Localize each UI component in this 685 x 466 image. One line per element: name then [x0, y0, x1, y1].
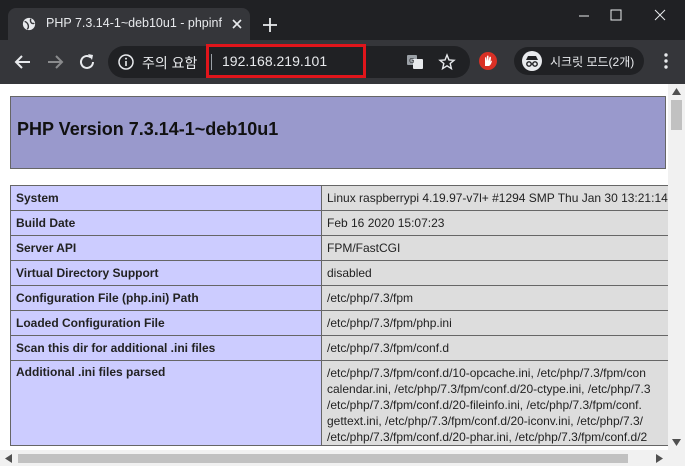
scroll-left-arrow-icon[interactable]: [5, 454, 12, 463]
page-viewport: PHP Version 7.3.14-1~deb10u1 System Linu…: [0, 84, 685, 466]
row-key: System: [10, 185, 322, 211]
row-key: Loaded Configuration File: [10, 310, 322, 336]
incognito-icon: [522, 51, 542, 71]
ini-line: gettext.ini, /etc/php/7.3/fpm/conf.d/20-…: [327, 414, 643, 428]
globe-icon: [22, 17, 36, 31]
row-value: /etc/php/7.3/fpm: [321, 285, 672, 311]
maximize-icon[interactable]: [602, 6, 630, 26]
table-row: Build Date Feb 16 2020 15:07:23: [10, 210, 672, 236]
table-row: Virtual Directory Support disabled: [10, 260, 672, 286]
scroll-right-arrow-icon[interactable]: [656, 454, 663, 463]
forward-arrow-icon[interactable]: [44, 51, 66, 73]
phpinfo-table: System Linux raspberrypi 4.19.97-v7l+ #1…: [10, 185, 672, 446]
tab-title: PHP 7.3.14-1~deb10u1 - phpinfo(): [46, 16, 222, 30]
row-key: Scan this dir for additional .ini files: [10, 335, 322, 361]
info-icon[interactable]: [118, 54, 134, 70]
ini-line: /etc/php/7.3/fpm/conf.d/10-opcache.ini, …: [327, 366, 646, 380]
row-key: Build Date: [10, 210, 322, 236]
new-tab-icon[interactable]: [260, 15, 280, 35]
star-icon[interactable]: [438, 53, 456, 71]
row-value: Feb 16 2020 15:07:23: [321, 210, 672, 236]
row-value: /etc/php/7.3/fpm/conf.d/10-opcache.ini, …: [321, 360, 672, 446]
close-tab-icon[interactable]: [228, 15, 246, 33]
horizontal-scroll-thumb[interactable]: [18, 454, 628, 463]
title-bar: PHP 7.3.14-1~deb10u1 - phpinfo(): [0, 0, 685, 40]
scroll-down-arrow-icon[interactable]: [672, 439, 681, 446]
row-key: Configuration File (php.ini) Path: [10, 285, 322, 311]
table-row: Configuration File (php.ini) Path /etc/p…: [10, 285, 672, 311]
minimize-icon[interactable]: [570, 6, 598, 26]
ini-line: /etc/php/7.3/fpm/conf.d/20-fileinfo.ini,…: [327, 398, 642, 412]
table-row: Loaded Configuration File /etc/php/7.3/f…: [10, 310, 672, 336]
horizontal-scrollbar[interactable]: [0, 450, 685, 466]
incognito-label: 시크릿 모드(2개): [550, 55, 635, 69]
browser-tab[interactable]: PHP 7.3.14-1~deb10u1 - phpinfo(): [8, 8, 250, 40]
row-value: disabled: [321, 260, 672, 286]
vertical-scrollbar[interactable]: [668, 84, 685, 450]
back-arrow-icon[interactable]: [12, 51, 34, 73]
table-row: Scan this dir for additional .ini files …: [10, 335, 672, 361]
row-value: /etc/php/7.3/fpm/php.ini: [321, 310, 672, 336]
table-row: Server API FPM/FastCGI: [10, 235, 672, 261]
close-window-icon[interactable]: [646, 6, 674, 26]
security-label[interactable]: 주의 요함: [142, 53, 197, 73]
translate-icon[interactable]: G: [406, 53, 424, 71]
php-version-header: PHP Version 7.3.14-1~deb10u1: [10, 96, 666, 169]
extension-icon[interactable]: [478, 51, 498, 71]
row-value: /etc/php/7.3/fpm/conf.d: [321, 335, 672, 361]
row-value: FPM/FastCGI: [321, 235, 672, 261]
ini-line: calendar.ini, /etc/php/7.3/fpm/conf.d/20…: [327, 382, 651, 396]
row-key: Virtual Directory Support: [10, 260, 322, 286]
page-title: PHP Version 7.3.14-1~deb10u1: [17, 119, 279, 139]
row-key: Additional .ini files parsed: [10, 360, 322, 446]
row-value: Linux raspberrypi 4.19.97-v7l+ #1294 SMP…: [321, 185, 672, 211]
table-row: Additional .ini files parsed /etc/php/7.…: [10, 360, 672, 446]
table-row: System Linux raspberrypi 4.19.97-v7l+ #1…: [10, 185, 672, 211]
incognito-button[interactable]: 시크릿 모드(2개): [514, 47, 644, 75]
reload-icon[interactable]: [76, 51, 98, 73]
row-key: Server API: [10, 235, 322, 261]
ini-line: /etc/php/7.3/fpm/conf.d/20-phar.ini, /et…: [327, 430, 648, 444]
scroll-up-arrow-icon[interactable]: [672, 88, 681, 95]
url-highlight-box: [206, 44, 366, 78]
vertical-scroll-thumb[interactable]: [671, 100, 682, 130]
svg-text:G: G: [409, 57, 414, 65]
kebab-menu-icon[interactable]: [656, 51, 676, 71]
